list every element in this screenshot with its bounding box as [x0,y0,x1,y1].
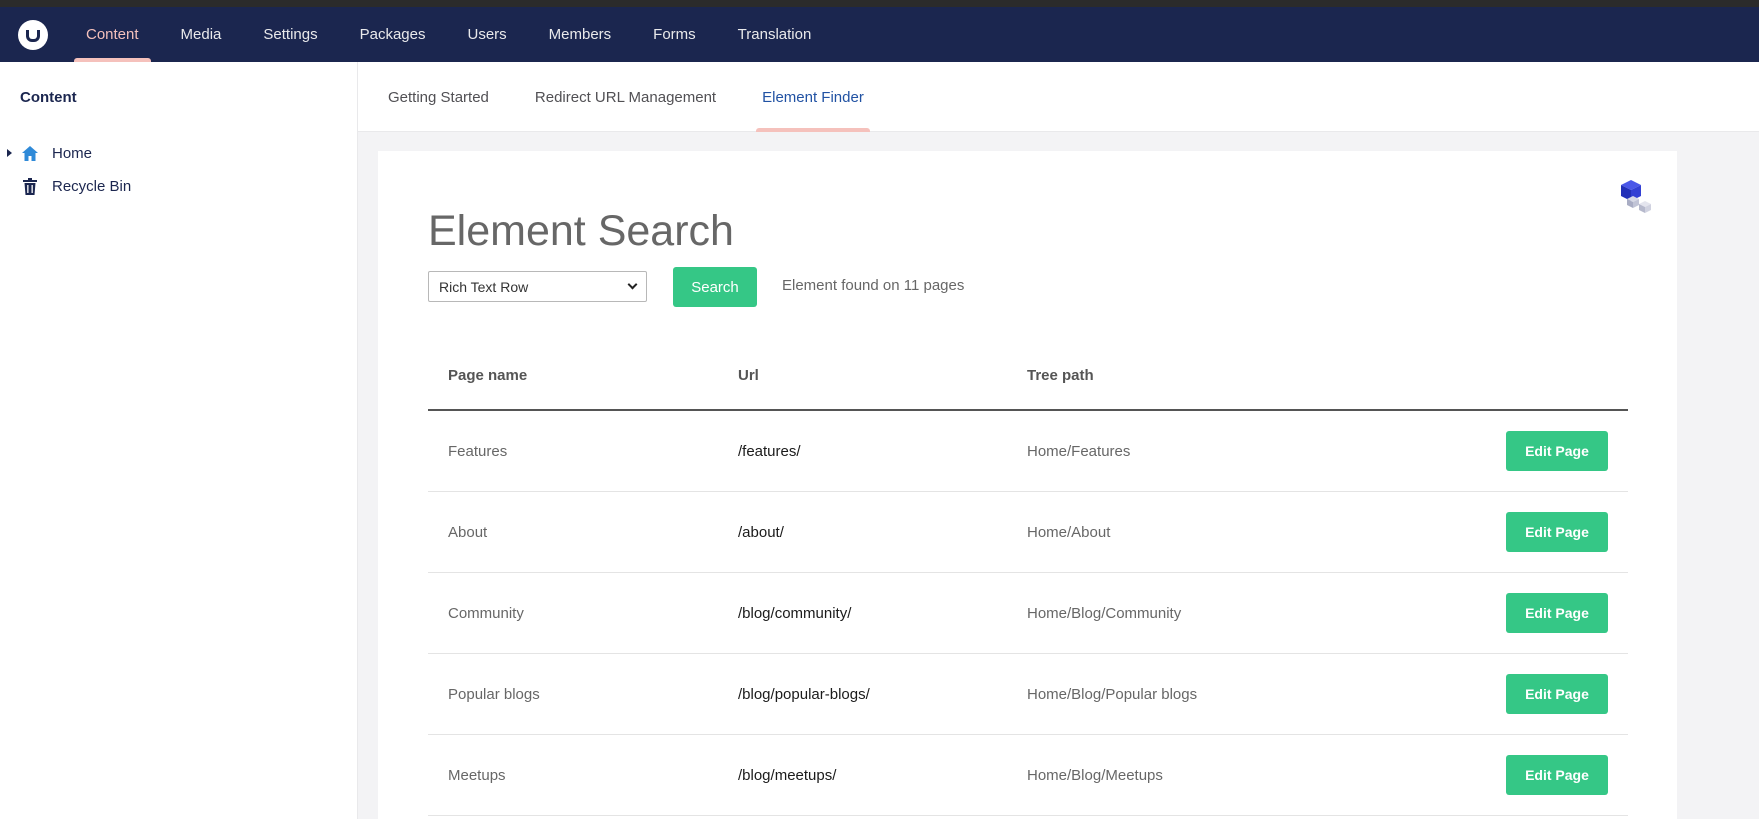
page-title: Element Search [428,207,734,255]
cell-tree-path: Home/Features [1027,442,1131,460]
edit-page-button[interactable]: Edit Page [1506,431,1608,471]
cell-url: /blog/popular-blogs/ [738,685,870,703]
cell-tree-path: Home/About [1027,523,1111,541]
edit-page-button[interactable]: Edit Page [1506,593,1608,633]
tab-element-finder[interactable]: Element Finder [756,62,870,132]
tab-getting-started[interactable]: Getting Started [382,62,495,132]
dashboard-tabs: Getting Started Redirect URL Management … [358,62,1759,132]
content-tree-sidebar: Content Home Recycle Bin [0,62,358,819]
cell-url: /blog/community/ [738,604,852,622]
element-type-select-value: Rich Text Row [439,278,529,295]
nav-item-members[interactable]: Members [537,7,624,62]
element-type-select[interactable]: Rich Text Row [428,271,647,302]
sidebar-title: Content [20,89,77,106]
tree-item-recycle-bin[interactable]: Recycle Bin [0,171,357,201]
cell-page-name: About [448,523,488,541]
tree-item-label: Recycle Bin [52,177,132,195]
nav-item-media[interactable]: Media [169,7,234,62]
nav-item-content[interactable]: Content [74,7,151,62]
table-row: Community /blog/community/ Home/Blog/Com… [428,573,1628,654]
header-url: Url [738,366,759,384]
edit-page-button[interactable]: Edit Page [1506,755,1608,795]
edit-page-button[interactable]: Edit Page [1506,512,1608,552]
table-header-row: Page name Url Tree path [428,341,1628,411]
cell-url: /blog/meetups/ [738,766,837,784]
cell-page-name: Meetups [448,766,506,784]
tab-redirect-url-management[interactable]: Redirect URL Management [529,62,722,132]
package-cube-icon [1613,177,1655,217]
element-finder-panel: Element Search Rich Text Row Search Elem… [378,151,1677,819]
nav-item-packages[interactable]: Packages [348,7,438,62]
cell-url: /features/ [738,442,801,460]
edit-page-button[interactable]: Edit Page [1506,674,1608,714]
search-button[interactable]: Search [673,267,757,307]
header-page-name: Page name [448,366,528,384]
nav-item-users[interactable]: Users [455,7,518,62]
cell-page-name: Popular blogs [448,685,540,703]
cell-tree-path: Home/Blog/Meetups [1027,766,1163,784]
table-row: Features /features/ Home/Features Edit P… [428,411,1628,492]
header-tree-path: Tree path [1027,366,1094,384]
home-icon [20,143,40,163]
nav-item-translation[interactable]: Translation [726,7,824,62]
table-row: Meetups /blog/meetups/ Home/Blog/Meetups… [428,735,1628,816]
cell-page-name: Features [448,442,508,460]
results-table: Page name Url Tree path Features /featur… [428,341,1628,816]
table-row: About /about/ Home/About Edit Page [428,492,1628,573]
umbraco-logo-icon[interactable] [18,19,48,50]
nav-item-forms[interactable]: Forms [641,7,708,62]
cell-tree-path: Home/Blog/Popular blogs [1027,685,1198,703]
cell-url: /about/ [738,523,784,541]
cell-page-name: Community [448,604,524,622]
tree-item-home[interactable]: Home [0,138,357,168]
chevron-down-icon [627,279,638,290]
tree-item-label: Home [52,144,93,162]
results-count-text: Element found on 11 pages [782,277,965,294]
expand-caret-icon[interactable] [7,149,12,157]
table-row: Popular blogs /blog/popular-blogs/ Home/… [428,654,1628,735]
window-top-strip [0,0,1759,7]
nav-item-settings[interactable]: Settings [251,7,329,62]
trash-icon [20,176,40,196]
cell-tree-path: Home/Blog/Community [1027,604,1182,622]
top-navigation-bar: Content Media Settings Packages Users Me… [0,7,1759,62]
